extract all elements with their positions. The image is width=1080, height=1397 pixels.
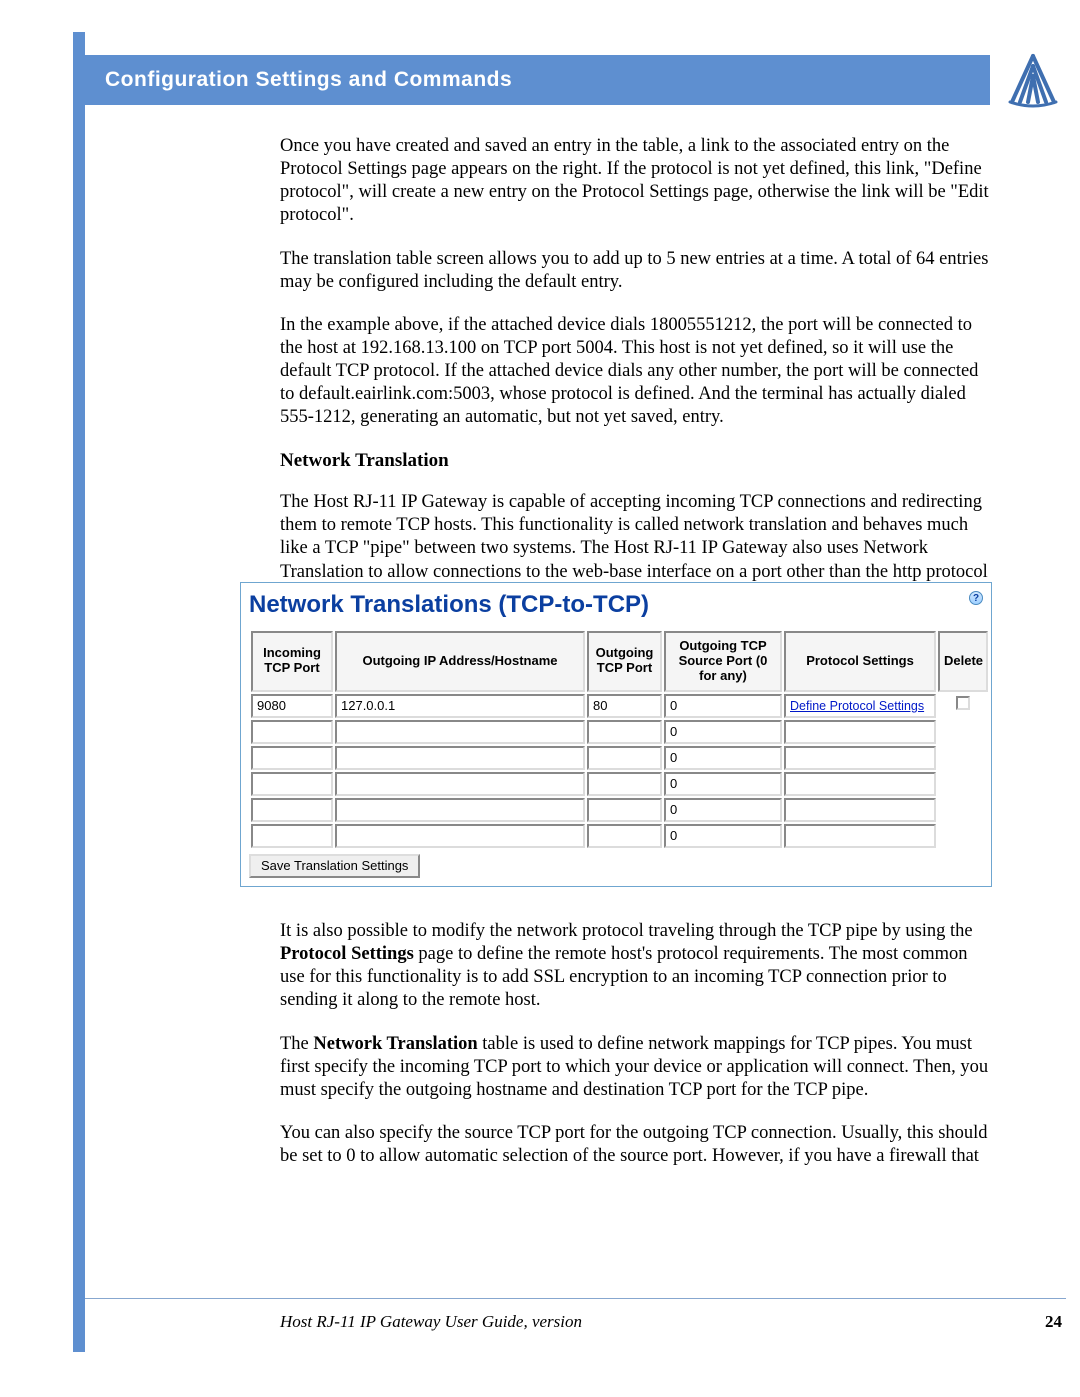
protocol-cell — [784, 772, 936, 796]
help-icon[interactable]: ? — [969, 591, 983, 605]
col-outgoing-host: Outgoing IP Address/Hostname — [335, 631, 585, 692]
table-row — [251, 798, 988, 822]
protocol-cell — [784, 746, 936, 770]
footer-doc-title: Host RJ-11 IP Gateway User Guide, versio… — [280, 1312, 582, 1332]
translation-table: Incoming TCP Port Outgoing IP Address/Ho… — [249, 629, 990, 850]
panel-title: Network Translations (TCP-to-TCP) — [249, 591, 649, 619]
network-translation-screenshot: Network Translations (TCP-to-TCP) ? Inco… — [240, 582, 992, 887]
footer-rule — [85, 1298, 1066, 1299]
body-content-bottom: It is also possible to modify the networ… — [280, 920, 990, 1188]
col-delete: Delete — [938, 631, 988, 692]
protocol-cell — [784, 824, 936, 848]
save-translation-button[interactable]: Save Translation Settings — [249, 854, 420, 878]
source-port-input[interactable] — [664, 824, 782, 848]
subheading-network-translation: Network Translation — [280, 449, 990, 473]
outgoing-host-input[interactable] — [335, 694, 585, 718]
table-row — [251, 720, 988, 744]
paragraph: You can also specify the source TCP port… — [280, 1122, 990, 1168]
outgoing-host-input[interactable] — [335, 720, 585, 744]
col-protocol-settings: Protocol Settings — [784, 631, 936, 692]
source-port-input[interactable] — [664, 798, 782, 822]
paragraph: The translation table screen allows you … — [280, 248, 990, 294]
paragraph: The Network Translation table is used to… — [280, 1033, 990, 1102]
delete-checkbox[interactable] — [956, 696, 970, 710]
bold-term: Network Translation — [313, 1034, 477, 1054]
incoming-port-input[interactable] — [251, 720, 333, 744]
incoming-port-input[interactable] — [251, 798, 333, 822]
outgoing-port-input[interactable] — [587, 746, 662, 770]
col-incoming-tcp-port: Incoming TCP Port — [251, 631, 333, 692]
outgoing-port-input[interactable] — [587, 824, 662, 848]
define-protocol-link[interactable]: Define Protocol Settings — [790, 699, 924, 713]
section-title: Configuration Settings and Commands — [105, 68, 512, 92]
outgoing-host-input[interactable] — [335, 746, 585, 770]
source-port-input[interactable] — [664, 720, 782, 744]
page-footer: Host RJ-11 IP Gateway User Guide, versio… — [280, 1312, 1062, 1332]
table-row — [251, 772, 988, 796]
brand-logo-icon — [1000, 48, 1066, 114]
outgoing-host-input[interactable] — [335, 798, 585, 822]
incoming-port-input[interactable] — [251, 772, 333, 796]
outgoing-host-input[interactable] — [335, 772, 585, 796]
incoming-port-input[interactable] — [251, 694, 333, 718]
outgoing-port-input[interactable] — [587, 798, 662, 822]
translation-table-body: Define Protocol Settings — [251, 694, 988, 848]
source-port-input[interactable] — [664, 694, 782, 718]
incoming-port-input[interactable] — [251, 746, 333, 770]
table-row: Define Protocol Settings — [251, 694, 988, 718]
bold-term: Protocol Settings — [280, 944, 414, 964]
table-row — [251, 746, 988, 770]
outgoing-port-input[interactable] — [587, 694, 662, 718]
outgoing-port-input[interactable] — [587, 772, 662, 796]
source-port-input[interactable] — [664, 772, 782, 796]
outgoing-port-input[interactable] — [587, 720, 662, 744]
protocol-cell — [784, 720, 936, 744]
paragraph: It is also possible to modify the networ… — [280, 920, 990, 1013]
section-banner: Configuration Settings and Commands — [85, 55, 990, 105]
table-row — [251, 824, 988, 848]
paragraph: In the example above, if the attached de… — [280, 314, 990, 430]
col-outgoing-tcp-port: Outgoing TCP Port — [587, 631, 662, 692]
source-port-input[interactable] — [664, 746, 782, 770]
protocol-cell — [784, 798, 936, 822]
page-number: 24 — [1045, 1312, 1062, 1332]
incoming-port-input[interactable] — [251, 824, 333, 848]
paragraph: Once you have created and saved an entry… — [280, 135, 990, 228]
body-content-top: Once you have created and saved an entry… — [280, 135, 990, 653]
outgoing-host-input[interactable] — [335, 824, 585, 848]
col-outgoing-source-port: Outgoing TCP Source Port (0 for any) — [664, 631, 782, 692]
left-accent-rail — [73, 32, 85, 1352]
